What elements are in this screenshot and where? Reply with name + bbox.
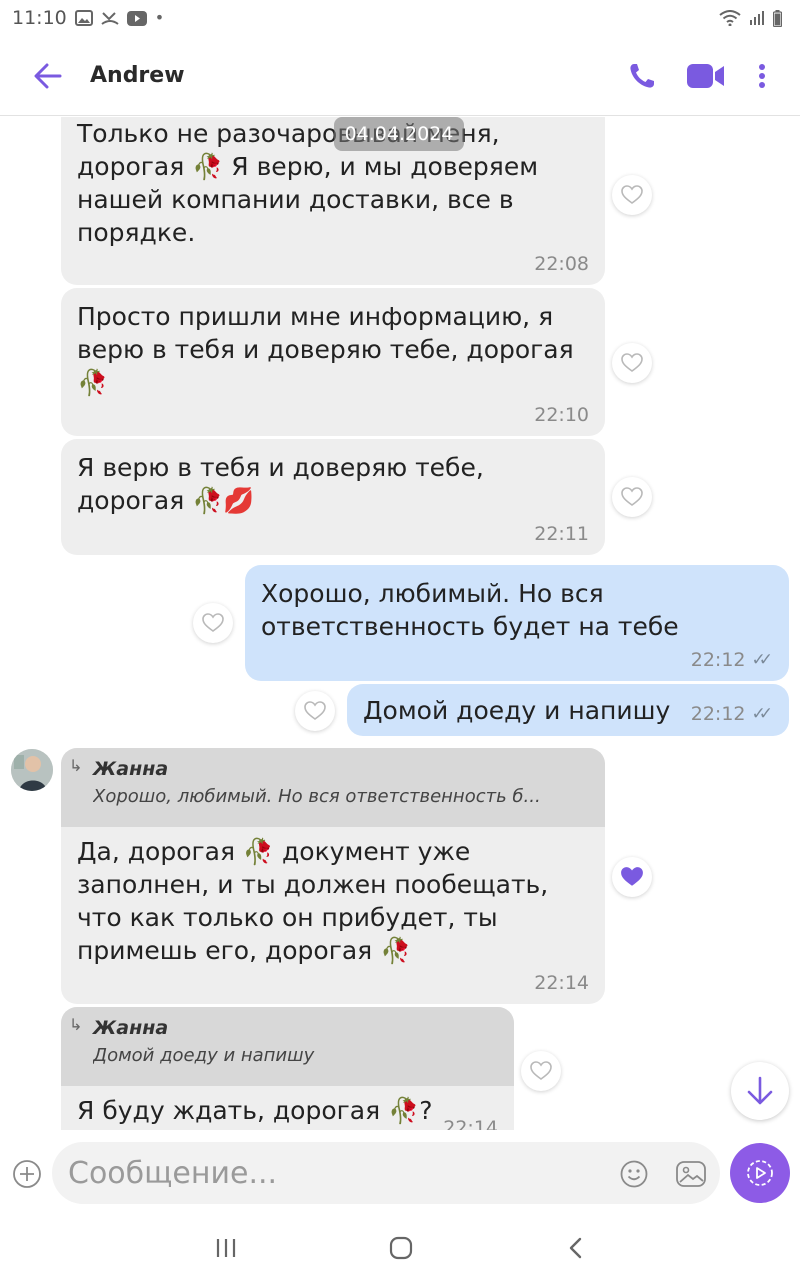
heart-outline-icon <box>202 613 224 632</box>
heart-filled-icon <box>621 867 643 886</box>
heart-outline-icon <box>304 701 326 720</box>
message-composer <box>0 1130 800 1216</box>
like-button[interactable] <box>612 175 652 215</box>
time-label: 22:10 <box>534 404 589 426</box>
image-icon <box>74 10 93 26</box>
time-label: 22:11 <box>534 523 589 545</box>
chat-header: Andrew <box>0 36 800 116</box>
heart-outline-icon <box>530 1061 552 1080</box>
smiley-icon <box>620 1160 648 1188</box>
youtube-icon <box>126 10 147 26</box>
recent-apps-button[interactable] <box>206 1230 246 1266</box>
reply-text: Хорошо, любимый. Но вся ответственность … <box>93 786 541 807</box>
like-button[interactable] <box>193 603 233 643</box>
incoming-message[interactable]: ↳ Жанна Домой доеду и напишу Я буду ждат… <box>61 1007 514 1130</box>
message-time: 22:14 <box>443 1117 498 1130</box>
more-vertical-icon <box>759 63 765 88</box>
attach-button[interactable] <box>10 1157 44 1191</box>
message-text: Да, дорогая 🥀 документ уже заполнен, и т… <box>77 837 549 965</box>
quoted-reply[interactable]: ↳ Жанна Домой доеду и напишу <box>61 1007 514 1086</box>
message-input[interactable] <box>68 1150 608 1196</box>
status-bar: 11:10 • <box>0 0 800 36</box>
arrow-down-icon <box>747 1076 773 1105</box>
read-check-icon: ✓✓ <box>751 704 773 724</box>
missed-call-icon <box>101 12 119 25</box>
status-left: 11:10 • <box>12 7 164 29</box>
heart-outline-icon <box>621 353 643 372</box>
phone-icon <box>630 63 654 88</box>
more-options-button[interactable] <box>734 48 790 104</box>
arrow-left-icon <box>34 63 62 88</box>
read-check-icon: ✓✓ <box>751 650 773 670</box>
time-label: 22:12 <box>690 703 746 725</box>
contact-name[interactable]: Andrew <box>90 63 614 88</box>
system-navigation-bar <box>0 1216 800 1280</box>
voice-message-button[interactable] <box>730 1143 790 1203</box>
recent-apps-icon <box>216 1239 236 1257</box>
heart-outline-icon <box>621 487 643 506</box>
message-time: 22:08 <box>534 253 589 275</box>
message-time: 22:11 <box>534 523 589 545</box>
message-text: Хорошо, любимый. Но вся ответственность … <box>261 579 679 641</box>
like-button-active[interactable] <box>612 857 652 897</box>
incoming-message[interactable]: ↳ Жанна Хорошо, любимый. Но вся ответств… <box>61 748 605 1004</box>
incoming-message[interactable]: Только не разочаровывай меня, дорогая 🥀 … <box>61 117 605 285</box>
like-button[interactable] <box>521 1051 561 1091</box>
play-circle-icon <box>747 1160 773 1186</box>
message-time: 22:12 ✓✓ <box>691 649 773 671</box>
outgoing-message[interactable]: Домой доеду и напишу 22:12 ✓✓ <box>347 684 789 736</box>
home-icon <box>389 1236 413 1260</box>
status-time: 11:10 <box>12 7 67 29</box>
reply-arrow-icon: ↳ <box>69 1015 83 1034</box>
chat-screen: 11:10 • Andrew Только не разочаровывай м… <box>0 0 800 1280</box>
time-label: 22:14 <box>443 1117 498 1130</box>
incoming-message[interactable]: Просто пришли мне информацию, я верю в т… <box>61 288 605 436</box>
reply-author: Жанна <box>93 758 169 780</box>
battery-icon <box>773 9 782 27</box>
video-call-button[interactable] <box>678 48 734 104</box>
message-list[interactable]: Только не разочаровывай меня, дорогая 🥀 … <box>0 117 800 1130</box>
message-time: 22:12 ✓✓ <box>691 703 773 725</box>
heart-outline-icon <box>621 185 643 204</box>
video-camera-icon <box>687 63 724 88</box>
dot-icon: • <box>154 8 165 27</box>
outgoing-message[interactable]: Хорошо, любимый. Но вся ответственность … <box>245 565 789 681</box>
scroll-to-bottom-button[interactable] <box>731 1062 789 1120</box>
message-text: Только не разочаровывай меня, дорогая 🥀 … <box>77 119 539 247</box>
time-label: 22:12 <box>690 649 746 671</box>
message-text: Я верю в тебя и доверяю тебе, дорогая 🥀💋 <box>77 453 484 515</box>
wifi-icon <box>719 10 741 26</box>
reply-author: Жанна <box>93 1017 169 1039</box>
quoted-reply[interactable]: ↳ Жанна Хорошо, любимый. Но вся ответств… <box>61 748 605 827</box>
voice-call-button[interactable] <box>614 48 670 104</box>
avatar-image <box>11 749 53 791</box>
message-time: 22:10 <box>534 404 589 426</box>
emoji-button[interactable] <box>618 1158 650 1190</box>
chevron-left-icon <box>569 1237 582 1259</box>
like-button[interactable] <box>612 477 652 517</box>
like-button[interactable] <box>295 691 335 731</box>
message-time: 22:14 <box>534 972 589 994</box>
time-label: 22:08 <box>534 253 589 275</box>
plus-circle-icon <box>13 1160 41 1188</box>
time-label: 22:14 <box>534 972 589 994</box>
reply-arrow-icon: ↳ <box>69 756 83 775</box>
date-separator: 04.04.2024 <box>334 117 464 151</box>
reply-text: Домой доеду и напишу <box>93 1045 315 1066</box>
back-button[interactable] <box>22 50 74 102</box>
gallery-button[interactable] <box>674 1158 708 1190</box>
home-button[interactable] <box>381 1230 421 1266</box>
incoming-message[interactable]: Я верю в тебя и доверяю тебе, дорогая 🥀💋… <box>61 439 605 555</box>
message-text: Просто пришли мне информацию, я верю в т… <box>77 302 574 397</box>
signal-icon <box>750 11 764 25</box>
gallery-icon <box>676 1161 706 1187</box>
like-button[interactable] <box>612 343 652 383</box>
sender-avatar[interactable] <box>11 749 53 791</box>
status-right <box>719 9 782 27</box>
back-nav-button[interactable] <box>556 1230 596 1266</box>
